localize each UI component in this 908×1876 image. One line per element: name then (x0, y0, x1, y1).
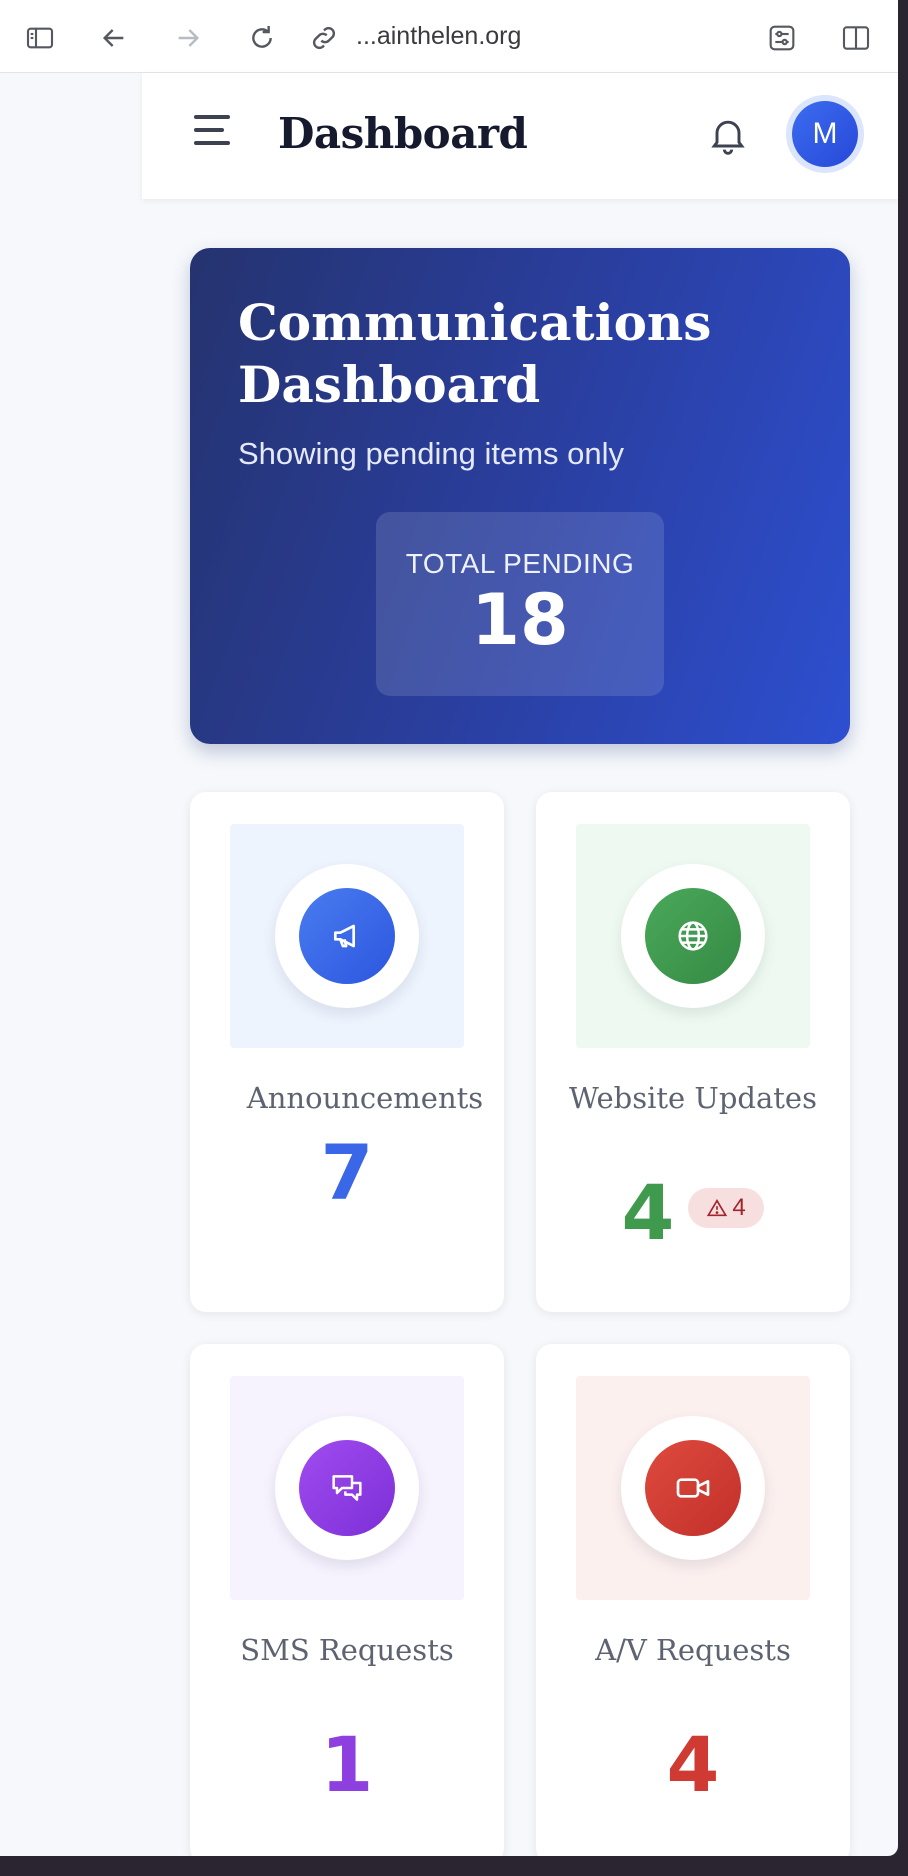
warning-triangle-icon (707, 1199, 728, 1217)
chat-bubbles-icon (299, 1440, 395, 1536)
address-bar-url[interactable]: ...ainthelen.org (356, 22, 521, 51)
split-view-icon[interactable] (838, 20, 874, 56)
card-count: 7 (320, 1128, 374, 1217)
megaphone-icon (299, 888, 395, 984)
hero-title: Communications Dashboard (238, 293, 712, 414)
browser-toolbar: ...ainthelen.org (0, 0, 898, 73)
reload-icon[interactable] (244, 20, 280, 56)
sidebar-icon[interactable] (22, 20, 58, 56)
globe-icon (645, 888, 741, 984)
warning-count: 4 (732, 1194, 746, 1221)
browser-window: ...ainthelen.org Dashboard M Communicati… (0, 0, 898, 1856)
card-av-requests[interactable]: A/V Requests 4 (536, 1344, 850, 1856)
settings-sliders-icon[interactable] (764, 20, 800, 56)
video-camera-icon (645, 1440, 741, 1536)
avatar[interactable]: M (792, 101, 858, 167)
menu-icon[interactable] (194, 115, 234, 155)
card-count: 4 (666, 1720, 720, 1809)
card-icon-tile (576, 824, 810, 1048)
card-website-updates[interactable]: Website Updates 4 4 (536, 792, 850, 1312)
card-label: Website Updates (569, 1081, 817, 1115)
card-announcements[interactable]: Announcements 7 (190, 792, 504, 1312)
icon-ring (275, 864, 419, 1008)
icon-ring (621, 1416, 765, 1560)
link-icon (306, 20, 342, 56)
total-pending-label: TOTAL PENDING (405, 548, 635, 579)
card-sms-requests[interactable]: SMS Requests 1 (190, 1344, 504, 1856)
card-icon-tile (230, 1376, 464, 1600)
icon-ring (621, 864, 765, 1008)
card-count: 1 (320, 1720, 374, 1809)
total-pending-value: 18 (471, 579, 569, 661)
back-arrow-icon[interactable] (96, 20, 132, 56)
hero-subtitle: Showing pending items only (238, 436, 625, 471)
page-title: Dashboard (278, 109, 528, 158)
app-header: Dashboard M (142, 73, 898, 199)
forward-arrow-icon[interactable] (170, 20, 206, 56)
card-label: SMS Requests (240, 1633, 454, 1667)
bell-icon[interactable] (706, 113, 750, 157)
card-icon-tile (576, 1376, 810, 1600)
warning-badge: 4 (688, 1188, 764, 1228)
card-label: A/V Requests (595, 1633, 791, 1667)
card-label: Announcements (246, 1081, 484, 1115)
card-icon-tile (230, 824, 464, 1048)
total-pending-box: TOTAL PENDING 18 (376, 512, 664, 696)
icon-ring (275, 1416, 419, 1560)
hero-banner: Communications Dashboard Showing pending… (190, 248, 850, 744)
